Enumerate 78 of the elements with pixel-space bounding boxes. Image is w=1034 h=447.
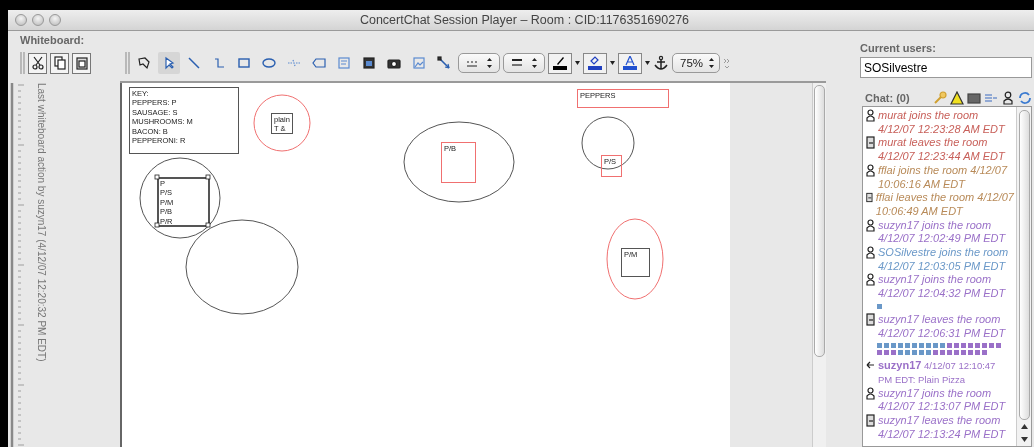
- person-icon: [866, 246, 875, 260]
- stepper-arrows-icon: [485, 57, 493, 69]
- refresh-icon: [1018, 91, 1032, 105]
- users-field[interactable]: SOSilvestre: [860, 57, 1032, 78]
- chat-timestamp: 4/12/07 12:04:32 PM EDT: [878, 287, 1006, 301]
- exit-door-icon: [866, 136, 875, 150]
- pointer-icon: [162, 56, 176, 70]
- edit-button[interactable]: [72, 52, 91, 74]
- scrollbar[interactable]: [1016, 107, 1031, 446]
- chat-timestamp: 10:06:16 AM EDT: [878, 177, 967, 192]
- color-button[interactable]: [548, 52, 572, 74]
- color-button[interactable]: [618, 52, 642, 74]
- chat-event: suzyn17 joins the room: [878, 218, 993, 233]
- person-icon: [866, 386, 875, 400]
- person-icon: [1001, 91, 1015, 105]
- callout-icon: [312, 56, 326, 70]
- panel-icon: [967, 91, 981, 105]
- chat-event: murat joins the room: [878, 109, 980, 123]
- stepper-arrows-icon: [708, 57, 715, 69]
- scissors-icon: [30, 56, 45, 70]
- chat-timestamp: 10:06:49 AM EDT: [875, 204, 965, 219]
- chat-event: suzyn17 leaves the room: [878, 312, 1002, 327]
- caret-icon: [645, 60, 650, 66]
- textbox-icon: [337, 56, 351, 70]
- lasso-icon: [137, 56, 151, 70]
- stepper-arrows-icon: [530, 57, 538, 69]
- chat-event: suzyn17 joins the room: [878, 273, 993, 288]
- line-icon: [187, 56, 201, 70]
- list-arrow-icon: [984, 91, 998, 105]
- caret-icon: [575, 60, 580, 66]
- chat-timestamp: 4/12/07 12:06:31 PM EDT: [878, 326, 1006, 341]
- style-dropdown[interactable]: [503, 53, 545, 73]
- rectangle-icon: [237, 56, 251, 70]
- chat-timestamp: 4/12/07 12:23:44 AM EDT: [878, 150, 1005, 164]
- person-icon: [866, 109, 875, 122]
- window-icon: [362, 56, 376, 70]
- connector-icon: [212, 56, 226, 70]
- chat-timestamp: 4/12/07 12:02:49 PM EDT: [878, 232, 1006, 247]
- person-icon: [866, 218, 875, 232]
- edit-button[interactable]: [28, 52, 47, 74]
- chat-event: suzyn17 joins the room: [878, 386, 993, 401]
- caret-icon: [610, 60, 615, 66]
- last-action-text: Last whiteboard action by suzyn17 (4/12/07 12:20:32 PM EDT): [36, 82, 47, 364]
- chat-timestamp: 4/12/07 12:03:05 PM EDT: [878, 259, 1007, 274]
- connector-arrow-icon: [437, 56, 451, 70]
- zoom-dropdown[interactable]: 75%: [672, 53, 720, 73]
- chat-event: suzyn17 leaves the room: [878, 414, 1002, 428]
- anchor-icon: [653, 55, 669, 71]
- edit-button[interactable]: [50, 52, 69, 74]
- color-button[interactable]: [583, 52, 607, 74]
- exit-door-icon: [866, 312, 875, 326]
- chat-timestamp: 4/12/07 12:13:07 PM EDT: [878, 400, 1006, 415]
- chat-event: murat leaves the room: [878, 136, 989, 151]
- exit-door-icon: [866, 414, 875, 428]
- window-title: ConcertChat Session Player – Room : CID:1176351690276: [358, 13, 691, 27]
- chat-timestamp: 4/12/07 12:13:24 PM EDT: [878, 427, 1006, 442]
- more-chevron-icon: [723, 57, 731, 69]
- toolbar-grip-icon: [125, 52, 130, 74]
- chat-timestamp: 4/12/07 12:23:28 AM EDT: [878, 122, 1005, 137]
- exit-door-icon: [866, 191, 873, 205]
- chat-event: fflai leaves the room 4/12/07: [875, 191, 1014, 205]
- whiteboard-label: Whiteboard:: [20, 33, 85, 48]
- scroll-down-icon: [1020, 437, 1028, 442]
- key-icon: [933, 91, 947, 105]
- toolbar-grip-icon: [20, 52, 25, 74]
- person-icon: [866, 163, 875, 177]
- users-label: Current users:: [860, 41, 936, 56]
- person-icon: [866, 273, 875, 287]
- image-icon: [412, 56, 426, 70]
- chat-event: SOSilvestre joins the room: [878, 246, 1009, 260]
- chat-message: suzyn17 4/12/07 12:10:47 PM EDT: Plain Pizza: [878, 359, 997, 387]
- chat-event: fflai joins the room 4/12/07: [878, 163, 1008, 178]
- scroll-up-icon: [1020, 424, 1028, 429]
- ellipse-icon: [262, 56, 276, 70]
- copy-icon: [52, 56, 67, 70]
- scrollbar[interactable]: [812, 83, 826, 447]
- chat-label: Chat: (0): [865, 91, 910, 106]
- camera-icon: [387, 56, 401, 70]
